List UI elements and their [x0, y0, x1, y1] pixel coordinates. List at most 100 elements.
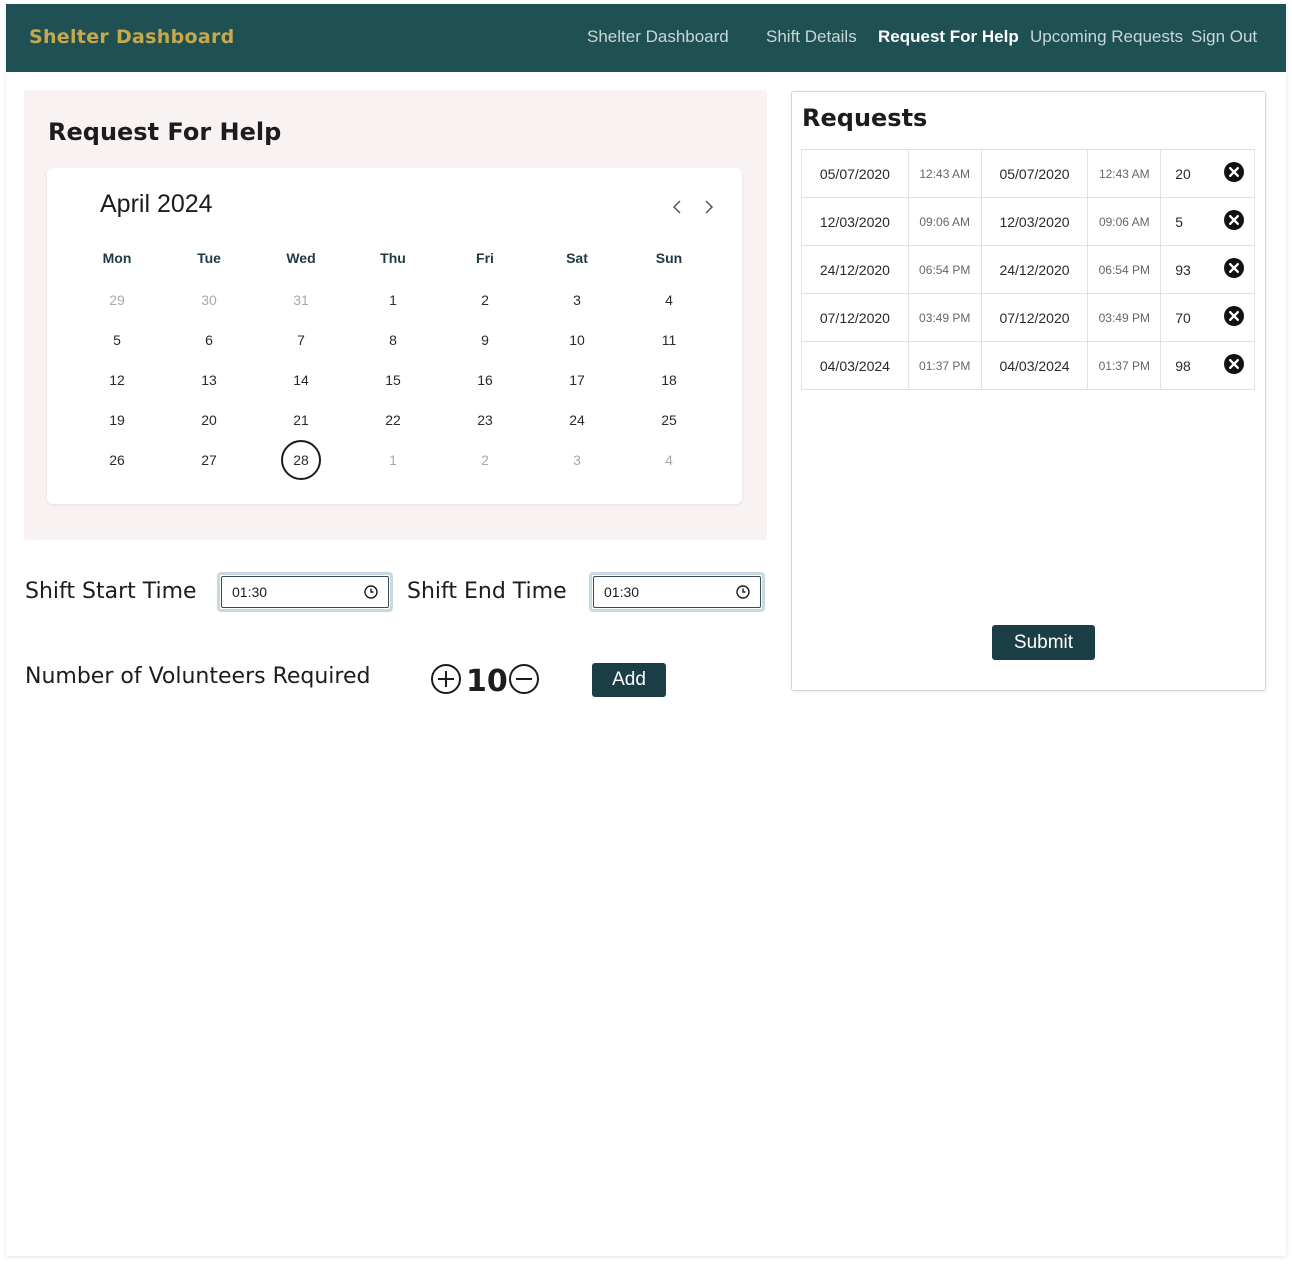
calendar-day[interactable]: 12 [71, 360, 163, 400]
requests-panel: Requests 05/07/2020 12:43 AM 05/07/2020 12:… [791, 91, 1266, 691]
shift-end-value: 01:30 [604, 584, 640, 600]
calendar-next-button[interactable] [699, 198, 717, 216]
request-start-time: 06:54 PM [907, 245, 982, 294]
calendar-day[interactable]: 13 [163, 360, 255, 400]
submit-button[interactable]: Submit [992, 625, 1095, 660]
calendar-day-selected[interactable]: 28 [255, 440, 347, 480]
calendar-day[interactable]: 1 [347, 440, 439, 480]
calendar-prev-button[interactable] [669, 198, 687, 216]
calendar-day[interactable]: 30 [163, 280, 255, 320]
page-title: Request For Help [48, 118, 282, 146]
shift-end-input[interactable]: 01:30 [589, 572, 765, 612]
nav-link-request-for-help[interactable]: Request For Help [878, 27, 1019, 47]
calendar-day-number: 4 [665, 452, 673, 468]
table-row: 07/12/2020 03:49 PM 07/12/2020 03:49 PM 70 [801, 293, 1255, 342]
calendar-day[interactable]: 3 [531, 280, 623, 320]
calendar-day-number: 3 [573, 292, 581, 308]
calendar-day[interactable]: 3 [531, 440, 623, 480]
calendar-day[interactable]: 18 [623, 360, 715, 400]
calendar-day-number: 5 [113, 332, 121, 348]
calendar-day-number: 1 [389, 452, 397, 468]
calendar-day[interactable]: 4 [623, 440, 715, 480]
weekday-label: Fri [476, 250, 494, 266]
remove-circle-icon[interactable] [1223, 161, 1245, 183]
clock-icon[interactable] [363, 584, 379, 600]
calendar-day[interactable]: 24 [531, 400, 623, 440]
calendar-day-number: 31 [293, 292, 309, 308]
calendar-day-number: 20 [201, 412, 217, 428]
calendar-day-number: 26 [109, 452, 125, 468]
calendar-day[interactable]: 10 [531, 320, 623, 360]
weekday-label: Sun [655, 250, 683, 266]
calendar-week-row: 12 13 14 15 16 17 18 [71, 360, 715, 400]
calendar-day[interactable]: 26 [71, 440, 163, 480]
calendar-day-number: 11 [661, 332, 677, 348]
nav-link-upcoming-requests[interactable]: Upcoming Requests [1030, 27, 1183, 47]
calendar-day[interactable]: 6 [163, 320, 255, 360]
remove-circle-icon[interactable] [1223, 257, 1245, 279]
calendar-day-number: 22 [385, 412, 401, 428]
request-actions [1214, 245, 1255, 294]
weekday-label: Wed [286, 250, 316, 266]
calendar-day-number: 9 [481, 332, 489, 348]
calendar-day[interactable]: 2 [439, 440, 531, 480]
clock-icon[interactable] [735, 584, 751, 600]
calendar-day[interactable]: 11 [623, 320, 715, 360]
remove-circle-icon[interactable] [1223, 353, 1245, 375]
request-volunteers: 98 [1160, 341, 1215, 390]
request-end-date: 12/03/2020 [980, 197, 1089, 246]
request-actions [1214, 197, 1255, 246]
calendar-day[interactable]: 8 [347, 320, 439, 360]
calendar-day[interactable]: 2 [439, 280, 531, 320]
calendar-day-number: 10 [569, 332, 585, 348]
shift-start-input[interactable]: 01:30 [217, 572, 393, 612]
request-end-time: 03:49 PM [1087, 293, 1162, 342]
chevron-left-icon [672, 200, 681, 214]
calendar-day[interactable]: 29 [71, 280, 163, 320]
calendar-day-number: 16 [477, 372, 493, 388]
calendar-day-number: 14 [293, 372, 309, 388]
nav-link-shift-details[interactable]: Shift Details [766, 27, 857, 47]
calendar-day-number: 24 [569, 412, 585, 428]
calendar-day[interactable]: 16 [439, 360, 531, 400]
request-end-time: 09:06 AM [1087, 197, 1162, 246]
calendar-day[interactable]: 21 [255, 400, 347, 440]
add-button[interactable]: Add [592, 663, 666, 697]
calendar-day[interactable]: 31 [255, 280, 347, 320]
calendar-day[interactable]: 1 [347, 280, 439, 320]
calendar-day[interactable]: 4 [623, 280, 715, 320]
calendar-day-number: 17 [569, 372, 585, 388]
calendar-day[interactable]: 20 [163, 400, 255, 440]
calendar-day-number: 27 [201, 452, 217, 468]
request-start-time: 01:37 PM [907, 341, 982, 390]
minus-circle-icon[interactable] [508, 663, 540, 695]
calendar-day[interactable]: 23 [439, 400, 531, 440]
request-start-date: 07/12/2020 [801, 293, 909, 342]
calendar-day-number: 30 [201, 292, 217, 308]
calendar-day[interactable]: 17 [531, 360, 623, 400]
calendar-day-number: 2 [481, 292, 489, 308]
calendar-day[interactable]: 5 [71, 320, 163, 360]
remove-circle-icon[interactable] [1223, 305, 1245, 327]
calendar-day[interactable]: 14 [255, 360, 347, 400]
request-actions [1214, 149, 1255, 198]
request-volunteers: 70 [1160, 293, 1215, 342]
calendar-day[interactable]: 27 [163, 440, 255, 480]
nav-link-sign-out[interactable]: Sign Out [1191, 27, 1257, 47]
calendar-day[interactable]: 9 [439, 320, 531, 360]
brand-title[interactable]: Shelter Dashboard [29, 26, 235, 48]
plus-circle-icon[interactable] [430, 663, 462, 695]
request-end-time: 12:43 AM [1087, 149, 1162, 198]
calendar-day[interactable]: 15 [347, 360, 439, 400]
top-navbar: Shelter Dashboard Shelter Dashboard Shif… [6, 4, 1286, 72]
calendar-day[interactable]: 22 [347, 400, 439, 440]
request-actions [1214, 341, 1255, 390]
weekday-label: Mon [102, 250, 132, 266]
request-start-date: 05/07/2020 [801, 149, 909, 198]
calendar-day[interactable]: 25 [623, 400, 715, 440]
nav-link-shelter-dashboard[interactable]: Shelter Dashboard [587, 27, 729, 47]
calendar-day[interactable]: 7 [255, 320, 347, 360]
calendar-day[interactable]: 19 [71, 400, 163, 440]
calendar-day-number: 28 [281, 440, 321, 480]
remove-circle-icon[interactable] [1223, 209, 1245, 231]
